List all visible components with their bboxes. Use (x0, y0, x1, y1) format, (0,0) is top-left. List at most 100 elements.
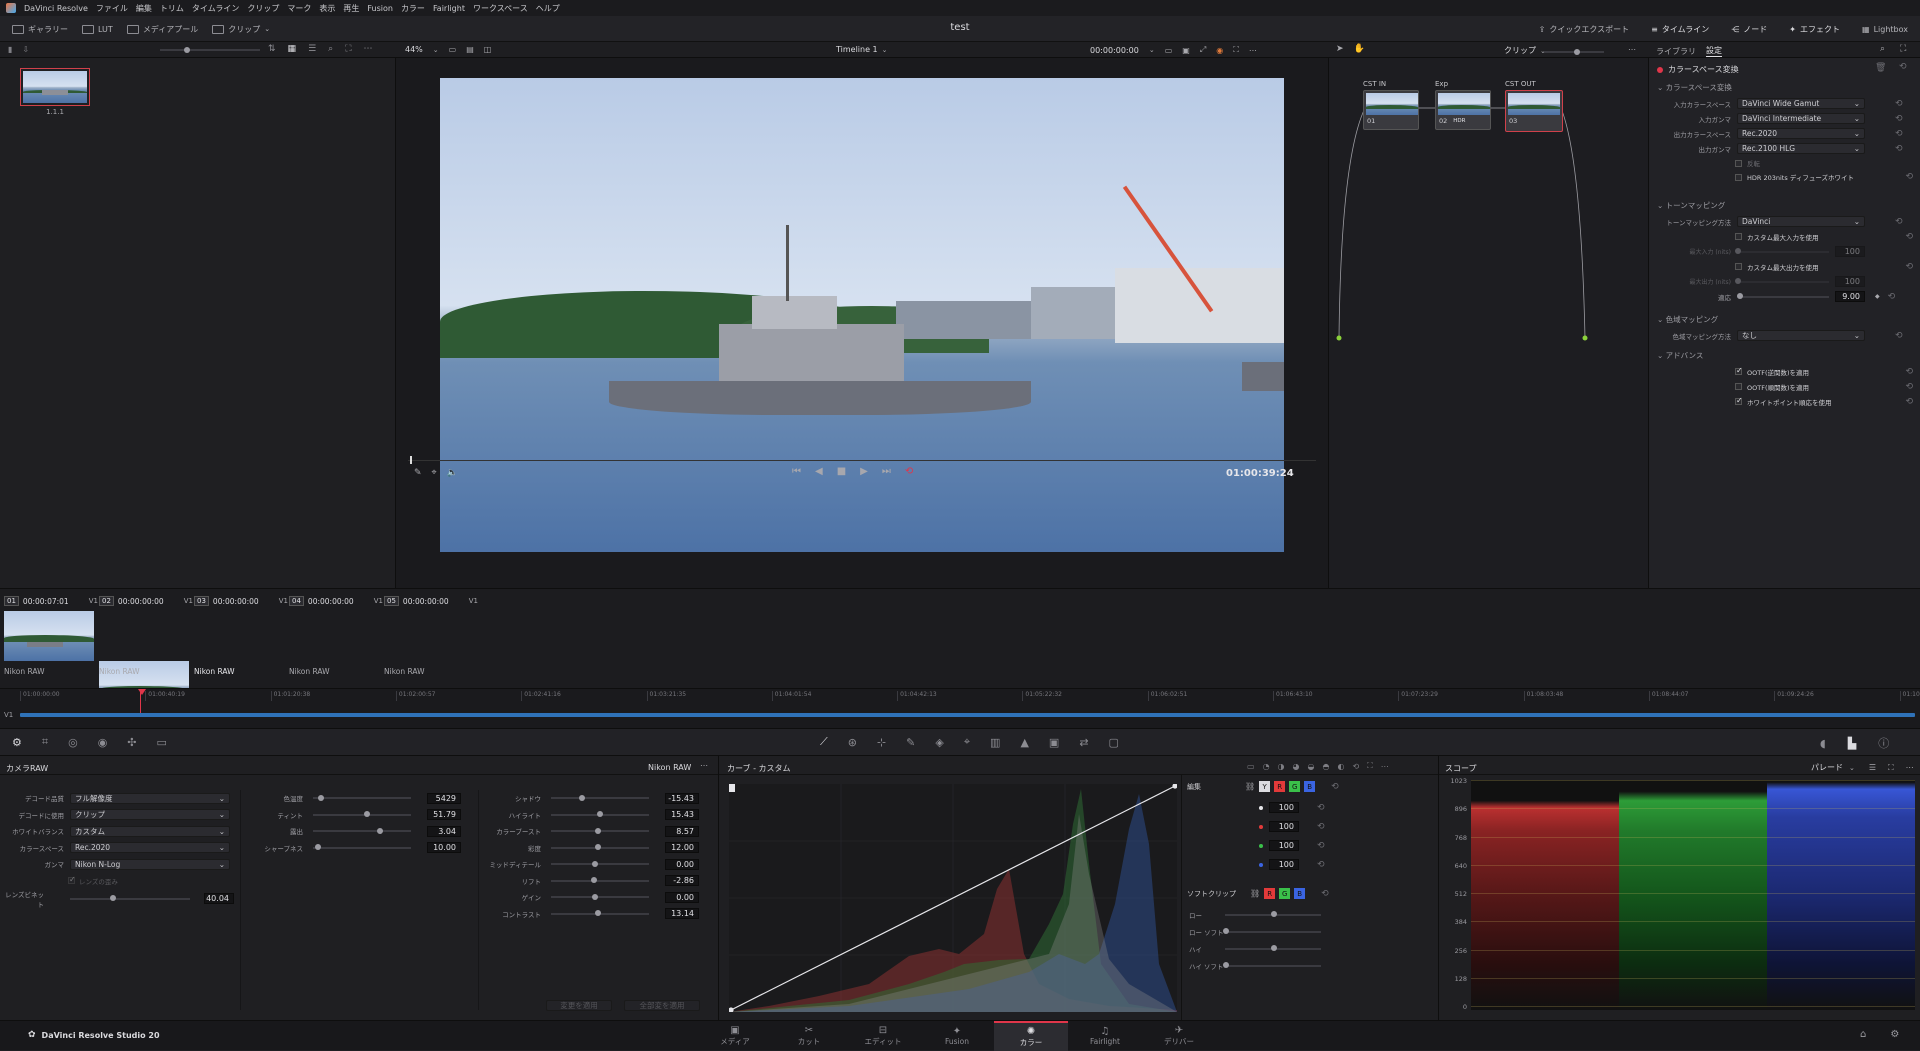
more-options-icon[interactable]: ⋯ (1381, 762, 1389, 771)
menu-timeline[interactable]: タイムライン (192, 3, 239, 14)
node-cst-out[interactable]: 03 (1505, 90, 1563, 132)
scope-settings-icon[interactable]: ☰ (1869, 763, 1876, 772)
input-gamma-select[interactable]: DaVinci Intermediate⌄ (1737, 113, 1865, 124)
page-fusion-button[interactable]: ✦Fusion (920, 1021, 994, 1051)
raw-param-value[interactable]: 51.79 (427, 809, 461, 820)
section-gamut-mapping[interactable]: ⌄ 色域マッピング (1657, 314, 1718, 325)
curves-icon[interactable]: ⟋ (820, 735, 828, 749)
color-wheels-icon[interactable]: ◎ (68, 736, 78, 749)
fullscreen-icon[interactable]: ⛶ (1888, 763, 1894, 773)
menu-fusion[interactable]: Fusion (367, 4, 393, 13)
b-intensity[interactable]: 100 (1269, 859, 1299, 870)
raw-setting-select[interactable]: クリップ⌄ (70, 809, 230, 820)
reset-icon[interactable]: ⟲ (1905, 382, 1913, 392)
fullscreen-icon[interactable]: ⛶ (1367, 761, 1373, 771)
reset-icon[interactable]: ⟲ (1331, 782, 1339, 792)
node-zoom-slider[interactable] (1544, 51, 1604, 53)
menu-trim[interactable]: トリム (160, 3, 184, 14)
reset-icon[interactable]: ⟲ (1899, 62, 1907, 72)
custom-max-input-checkbox[interactable] (1735, 233, 1742, 240)
magic-mask-icon[interactable]: ▥ (990, 736, 1000, 749)
page-cut-button[interactable]: ✂カット (772, 1021, 846, 1051)
quick-export-button[interactable]: ⇪クイックエクスポート (1535, 20, 1633, 38)
hand-icon[interactable]: ✋ (1354, 44, 1365, 54)
softclip-low-soft-slider[interactable] (1225, 931, 1321, 933)
reset-icon[interactable]: ⟲ (1317, 822, 1325, 832)
y-intensity[interactable]: 100 (1269, 802, 1299, 813)
adaptation-slider[interactable] (1737, 296, 1829, 298)
key-icon[interactable]: ▣ (1049, 736, 1059, 749)
color-warper-icon[interactable]: ⊛ (848, 736, 857, 749)
output-gamma-select[interactable]: Rec.2100 HLG⌄ (1737, 143, 1865, 154)
sat-vs-lum-icon[interactable]: ◐ (1337, 762, 1344, 771)
lightbox-toggle-icon[interactable]: ◖ (1820, 737, 1826, 750)
loop-icon[interactable]: ⟲ (905, 466, 913, 477)
grid-view-icon[interactable]: ▦ (288, 44, 297, 54)
raw-param-slider[interactable] (313, 797, 411, 799)
page-color-button[interactable]: ✺カラー (994, 1021, 1068, 1051)
clips-button[interactable]: クリップ⌄ (208, 20, 274, 38)
split-icon[interactable]: ▤ (466, 45, 474, 54)
raw-setting-select[interactable]: Nikon N-Log⌄ (70, 859, 230, 870)
reset-icon[interactable]: ⟲ (1317, 803, 1325, 813)
reset-icon[interactable]: ⟲ (1905, 172, 1913, 182)
more-options-icon[interactable]: ⋯ (1249, 46, 1257, 55)
section-colorspace[interactable]: ⌄ カラースペース変換 (1657, 82, 1732, 93)
link-icon[interactable]: ⛓ (1250, 889, 1260, 898)
pointer-icon[interactable]: ➤ (1336, 44, 1344, 54)
page-media-button[interactable]: ▣メディア (698, 1021, 772, 1051)
raw-param-value[interactable]: 8.57 (665, 826, 699, 837)
go-to-end-icon[interactable]: ⏭ (882, 466, 891, 477)
max-output-value[interactable]: 100 (1835, 276, 1865, 287)
vignette-slider[interactable] (70, 898, 190, 900)
go-to-start-icon[interactable]: ⏮ (792, 466, 801, 477)
volume-icon[interactable]: 🔈 (447, 468, 458, 478)
search-icon[interactable]: ⌕ (328, 44, 333, 54)
pen-icon[interactable]: ✎ (414, 468, 422, 478)
reset-icon[interactable]: ⟲ (1895, 144, 1903, 154)
viewer-timecode[interactable]: 00:00:00:00 (1090, 46, 1139, 55)
hue-vs-hue-icon[interactable]: ◔ (1263, 762, 1270, 771)
raw-param-value[interactable]: 12.00 (665, 842, 699, 853)
menu-file[interactable]: ファイル (96, 3, 128, 14)
color-icon[interactable]: ◉ (1216, 46, 1223, 55)
reset-icon[interactable]: ⟲ (1352, 762, 1359, 771)
scope-mode-select[interactable]: パレード (1811, 762, 1843, 773)
timeline-name[interactable]: Timeline 1 (836, 45, 878, 54)
qualifier-icon[interactable]: ⊹ (877, 736, 886, 749)
raw-param-value[interactable]: -2.86 (665, 875, 699, 886)
softclip-high-soft-slider[interactable] (1225, 965, 1321, 967)
hue-vs-lum-icon[interactable]: ◕ (1293, 762, 1300, 771)
ootf-inverse-checkbox[interactable] (1735, 368, 1742, 375)
wipe-icon[interactable]: ◫ (484, 45, 492, 54)
raw-param-value[interactable]: -15.43 (665, 793, 699, 804)
info-icon[interactable]: ⓘ (1878, 735, 1889, 751)
hue-vs-sat-icon[interactable]: ◑ (1278, 762, 1285, 771)
tone-method-select[interactable]: DaVinci⌄ (1737, 216, 1865, 227)
raw-setting-select[interactable]: Rec.2020⌄ (70, 842, 230, 853)
raw-param-slider[interactable] (313, 830, 411, 832)
softclip-high-slider[interactable] (1225, 948, 1321, 950)
trash-icon[interactable]: 🗑 (1875, 63, 1886, 73)
import-icon[interactable]: ⇩ (22, 45, 29, 54)
curve-mode-icon[interactable]: ▭ (1247, 762, 1255, 771)
channel-g-toggle[interactable]: G (1289, 781, 1300, 792)
reset-icon[interactable]: ⟲ (1317, 860, 1325, 870)
camera-raw-icon[interactable]: ⚙ (12, 736, 22, 749)
node-exp[interactable]: 02 HDR (1435, 90, 1491, 130)
raw-param-slider[interactable] (551, 797, 649, 799)
reset-icon[interactable]: ⟲ (1895, 114, 1903, 124)
page-fairlight-button[interactable]: ♫Fairlight (1068, 1021, 1142, 1051)
hdr-white-checkbox[interactable] (1735, 174, 1742, 181)
reset-icon[interactable]: ⟲ (1895, 129, 1903, 139)
raw-param-value[interactable]: 3.04 (427, 826, 461, 837)
reset-icon[interactable]: ⟲ (1888, 292, 1896, 302)
menu-view[interactable]: 表示 (319, 3, 335, 14)
scopes-toggle-icon[interactable]: ▙ (1848, 737, 1856, 750)
raw-param-value[interactable]: 5429 (427, 793, 461, 804)
reset-icon[interactable]: ⟲ (1321, 889, 1329, 899)
viewer-zoom[interactable]: 44% (405, 45, 423, 54)
menu-clip[interactable]: クリップ (247, 3, 279, 14)
section-tonemapping[interactable]: ⌄ トーンマッピング (1657, 200, 1725, 211)
page-edit-button[interactable]: ⊟エディット (846, 1021, 920, 1051)
